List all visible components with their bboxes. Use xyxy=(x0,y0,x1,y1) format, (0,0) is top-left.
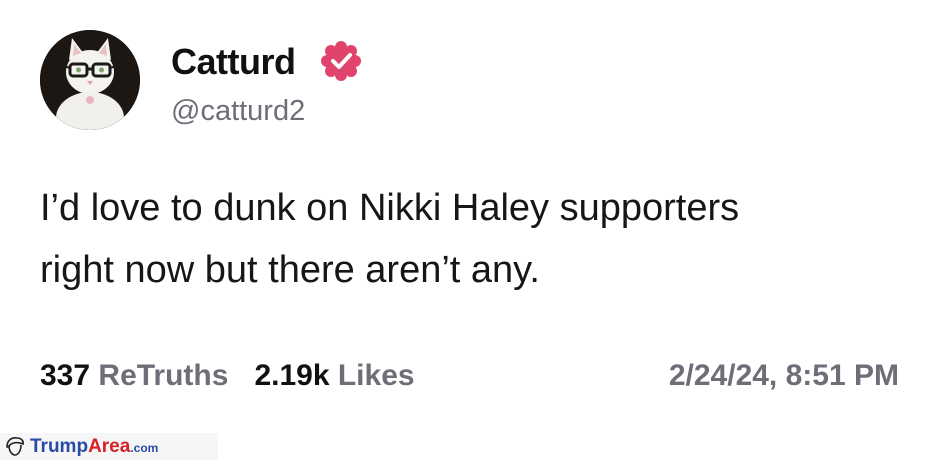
avatar[interactable] xyxy=(40,30,140,130)
retruths-label: ReTruths xyxy=(98,359,229,392)
likes-label: Likes xyxy=(337,359,415,392)
watermark: TrumpArea.com xyxy=(0,433,218,460)
post-stats: 337 ReTruths 2.19k Likes xyxy=(40,356,415,396)
retruths-stat[interactable]: 337 ReTruths xyxy=(40,359,228,392)
author-handle[interactable]: @catturd2 xyxy=(171,93,305,129)
verified-badge-icon xyxy=(321,41,361,81)
watermark-part: .com xyxy=(130,441,159,455)
post-timestamp[interactable]: 2/24/24, 8:51 PM xyxy=(669,356,899,396)
likes-count: 2.19k xyxy=(254,359,330,392)
watermark-text: TrumpArea.com xyxy=(30,435,158,460)
cat-with-glasses-avatar-icon xyxy=(40,30,140,130)
display-name[interactable]: Catturd xyxy=(171,40,296,84)
watermark-part: Area xyxy=(88,436,131,457)
post-text-line: I’d love to dunk on Nikki Haley supporte… xyxy=(40,187,740,229)
likes-stat[interactable]: 2.19k Likes xyxy=(254,359,414,392)
watermark-part: Trump xyxy=(30,436,89,457)
post-text-line: right now but there aren’t any. xyxy=(40,249,540,291)
trump-hair-icon xyxy=(6,437,24,456)
post-text: I’d love to dunk on Nikki Haley supporte… xyxy=(40,177,910,301)
retruths-count: 337 xyxy=(40,359,91,392)
